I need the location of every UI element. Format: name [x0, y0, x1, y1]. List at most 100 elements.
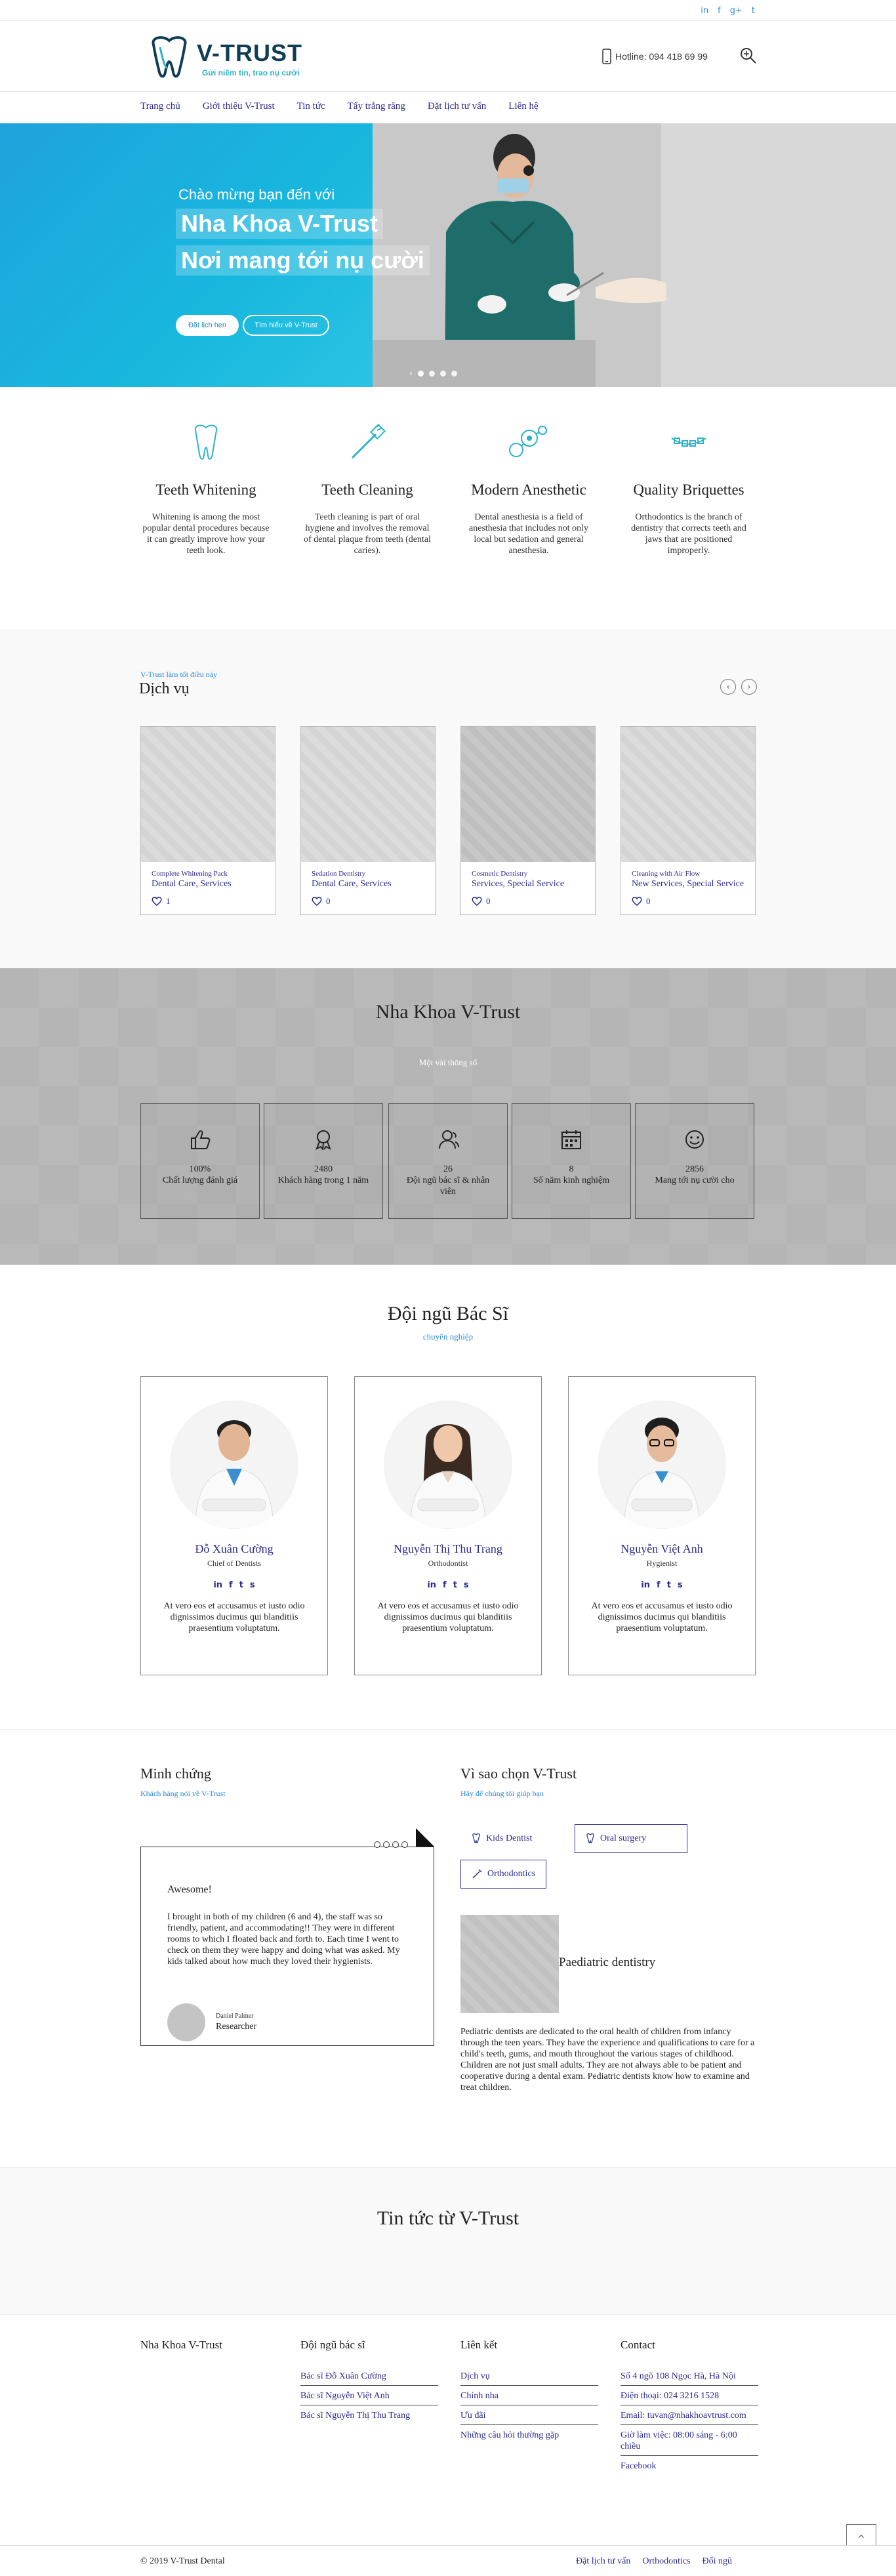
service-name[interactable]: New Services, Special Service	[632, 879, 744, 889]
slider-dot[interactable]	[451, 370, 457, 377]
google-plus-icon[interactable]: g+	[730, 6, 743, 16]
linkedin-icon[interactable]: in	[641, 1580, 650, 1590]
testimonials-why-section: Minh chứng Khách hàng nói về V-Trust Awe…	[0, 1729, 896, 2167]
service-name[interactable]: Dental Care, Services	[312, 879, 424, 889]
site-logo[interactable]: V-TRUST Gửi niềm tin, trao nụ cười	[144, 29, 315, 84]
footer-address[interactable]: Số 4 ngõ 108 Ngọc Hà, Hà Nội	[621, 2369, 758, 2386]
testimonial-pager	[374, 1841, 408, 1848]
testimonial-title: Awesome!	[167, 1884, 212, 1895]
pager-dot[interactable]	[392, 1841, 399, 1848]
tab-kids-dentist[interactable]: Kids Dentist	[460, 1824, 544, 1853]
stat-box: 100% Chất lượng đánh giá	[140, 1103, 260, 1219]
pager-dot[interactable]	[383, 1841, 390, 1848]
search-button[interactable]	[739, 46, 758, 66]
bottom-link-booking[interactable]: Đặt lịch tư vấn	[576, 2556, 630, 2567]
nav-item-booking[interactable]: Đặt lịch tư vấn	[428, 101, 486, 112]
tab-oral-surgery[interactable]: Oral surgery	[575, 1824, 687, 1853]
twitter-icon[interactable]: t	[752, 6, 755, 16]
nav-item-news[interactable]: Tin tức	[297, 101, 325, 112]
footer-link[interactable]: Chính nha	[460, 2388, 598, 2405]
service-category[interactable]: Sedation Dentistry	[312, 870, 424, 878]
hero-line-2: Nơi mang tới nụ cười	[176, 245, 430, 276]
twitter-icon[interactable]: t	[667, 1580, 671, 1590]
footer-facebook-link[interactable]: Facebook	[621, 2459, 758, 2475]
footer-heading: Liên kết	[460, 2339, 498, 2351]
like-button[interactable]: 0	[632, 896, 744, 907]
skype-icon[interactable]: s	[678, 1580, 683, 1590]
skype-icon[interactable]: s	[250, 1580, 255, 1590]
linkedin-icon[interactable]: in	[213, 1580, 222, 1590]
why-image	[460, 1915, 559, 2013]
linkedin-icon[interactable]: in	[701, 6, 708, 16]
copyright: © 2019 V-Trust Dental	[140, 2556, 225, 2566]
doctor-portrait	[384, 1400, 512, 1529]
tab-label: Oral surgery	[600, 1833, 647, 1843]
doctor-name[interactable]: Nguyễn Việt Anh	[569, 1542, 755, 1556]
service-card[interactable]: Cosmetic Dentistry Services, Special Ser…	[460, 726, 596, 915]
service-card[interactable]: Complete Whitening Pack Dental Care, Ser…	[140, 726, 275, 915]
anesthesia-icon	[509, 426, 547, 457]
chevron-right-icon[interactable]: ›	[741, 679, 757, 695]
stat-value: 2480	[314, 1164, 333, 1174]
doctor-name[interactable]: Nguyễn Thị Thu Trang	[355, 1542, 541, 1556]
service-card[interactable]: Sedation Dentistry Dental Care, Services…	[300, 726, 436, 915]
facebook-icon[interactable]: f	[718, 6, 721, 16]
service-card[interactable]: Cleaning with Air Flow New Services, Spe…	[621, 726, 756, 915]
facebook-icon[interactable]: f	[443, 1580, 447, 1590]
facebook-icon[interactable]: f	[229, 1580, 233, 1590]
skype-icon[interactable]: s	[464, 1580, 469, 1590]
heart-icon	[312, 897, 322, 906]
footer-link[interactable]: Bác sĩ Nguyễn Thị Thu Trang	[300, 2408, 438, 2424]
service-name[interactable]: Dental Care, Services	[152, 879, 264, 889]
slider-prev-arrow-icon[interactable]: ›	[409, 369, 413, 378]
slider-dot[interactable]	[417, 370, 424, 377]
tab-orthodontics[interactable]: Orthodontics	[460, 1860, 547, 1889]
nav-item-whitening[interactable]: Tẩy trắng răng	[348, 101, 405, 112]
pager-dot[interactable]	[401, 1841, 408, 1848]
slider-dot[interactable]	[428, 370, 435, 377]
feature-title: Quality Briquettes	[633, 481, 744, 498]
service-category[interactable]: Cosmetic Dentistry	[472, 870, 584, 878]
news-section: Tin tức từ V-Trust	[0, 2167, 896, 2314]
footer-phone[interactable]: Điện thoại: 024 3216 1528	[621, 2388, 758, 2405]
nav-item-about[interactable]: Giới thiệu V-Trust	[203, 101, 275, 112]
doctor-role: Orthodontist	[428, 1559, 468, 1568]
doctor-name[interactable]: Đỗ Xuân Cường	[141, 1542, 327, 1556]
pager-dot[interactable]	[374, 1841, 380, 1848]
chevron-left-icon[interactable]: ‹	[720, 679, 736, 695]
facebook-icon[interactable]: f	[657, 1580, 661, 1590]
hotline[interactable]: Hotline: 094 418 69 99	[602, 49, 708, 64]
stat-label: Đội ngũ bác sĩ & nhân viên	[406, 1176, 490, 1196]
stat-value: 8	[569, 1164, 574, 1174]
hero-booking-button[interactable]: Đặt lịch hẹn	[176, 315, 239, 336]
nav-item-contact[interactable]: Liên hệ	[508, 101, 538, 112]
doctors-subtitle: chuyên nghiệp	[422, 1332, 474, 1341]
footer-hours: Giờ làm việc: 08:00 sáng - 6:00 chiều	[621, 2428, 758, 2456]
footer-email[interactable]: Email: tuvan@nhakhoavtrust.com	[621, 2408, 758, 2425]
doctor-desc: At vero eos et accusamus et iusto odio d…	[163, 1601, 305, 1633]
like-button[interactable]: 1	[152, 896, 264, 907]
tab-label: Orthodontics	[487, 1869, 536, 1879]
hero-about-button[interactable]: Tìm hiểu về V-Trust	[243, 315, 329, 336]
like-button[interactable]: 0	[472, 896, 584, 907]
footer-link[interactable]: Bác sĩ Nguyễn Việt Anh	[300, 2388, 438, 2405]
footer-link[interactable]: Bác sĩ Đỗ Xuân Cường	[300, 2369, 438, 2386]
stat-value: 100%	[189, 1164, 211, 1174]
twitter-icon[interactable]: t	[453, 1580, 457, 1590]
linkedin-icon[interactable]: in	[427, 1580, 436, 1590]
bottom-link-orthodontics[interactable]: Orthodontics	[642, 2556, 690, 2567]
bottom-link-team[interactable]: Đối ngũ	[703, 2556, 733, 2567]
nav-item-home[interactable]: Trang chủ	[140, 101, 180, 112]
doctor-portrait	[598, 1400, 726, 1529]
slider-dot[interactable]	[439, 370, 446, 377]
footer-link[interactable]: Ưu đãi	[460, 2408, 598, 2425]
twitter-icon[interactable]: t	[239, 1580, 243, 1590]
footer-link[interactable]: Dịch vụ	[460, 2369, 598, 2386]
footer-link[interactable]: Những câu hỏi thường gặp	[460, 2428, 598, 2444]
service-category[interactable]: Cleaning with Air Flow	[632, 870, 744, 878]
heart-icon	[472, 897, 482, 906]
like-button[interactable]: 0	[312, 896, 424, 907]
service-name[interactable]: Services, Special Service	[472, 879, 584, 889]
testimonial-quote: I brought in both of my children (6 and …	[167, 1912, 400, 1967]
service-category[interactable]: Complete Whitening Pack	[152, 870, 264, 878]
